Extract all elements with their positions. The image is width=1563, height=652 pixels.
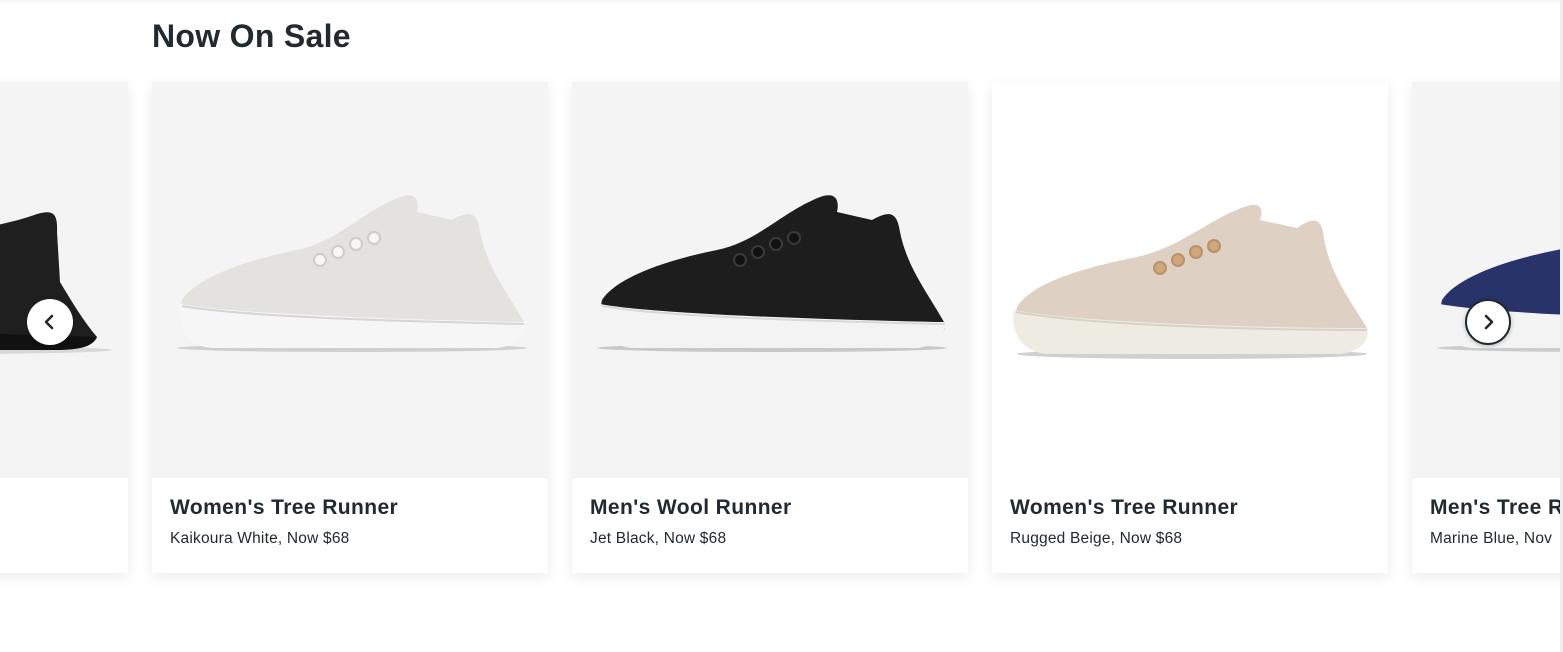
carousel-next-button[interactable] [1465, 299, 1511, 345]
shoe-image [177, 195, 527, 352]
product-name[interactable]: Women's Tree Runner [1010, 496, 1380, 520]
product-name[interactable]: Women's Tree Runner [170, 496, 540, 520]
carousel-prev-button[interactable] [27, 299, 73, 345]
product-name[interactable]: Men's Wool Runner [590, 496, 960, 520]
shoe-image [1013, 204, 1368, 359]
shoe-image [1437, 249, 1560, 352]
product-card[interactable]: Men's Wool Runner Jet Black, Now $68 [572, 82, 968, 573]
shoe-image [597, 195, 947, 352]
product-color-price: Rugged Beige, Now $68 [1010, 530, 1183, 547]
product-info: Women's Tree Runner Rugged Beige, Now $6… [1010, 496, 1380, 548]
product-card[interactable]: Women's Tree Runner Rugged Beige, Now $6… [992, 82, 1388, 573]
product-info [0, 496, 120, 506]
product-color-price: Marine Blue, Nov [1430, 530, 1553, 547]
now-on-sale-page: Now On Sale Women's Tree Runner Kaikoura… [0, 0, 1563, 652]
shoe-image [0, 212, 112, 354]
chevron-right-icon [1484, 314, 1494, 330]
product-card[interactable]: Women's Tree Runner Kaikoura White, Now … [152, 82, 548, 573]
product-image[interactable] [0, 82, 128, 478]
product-image[interactable] [1412, 82, 1560, 478]
product-image[interactable] [572, 82, 968, 478]
product-color-price: Jet Black, Now $68 [590, 530, 727, 547]
chevron-left-icon [44, 314, 54, 330]
product-image[interactable] [992, 82, 1388, 478]
product-info: Men's Tree R Marine Blue, Nov [1430, 496, 1560, 548]
product-image[interactable] [152, 82, 548, 478]
product-name[interactable]: Men's Tree R [1430, 496, 1560, 520]
product-info: Women's Tree Runner Kaikoura White, Now … [170, 496, 540, 548]
product-color-price: Kaikoura White, Now $68 [170, 530, 350, 547]
product-info: Men's Wool Runner Jet Black, Now $68 [590, 496, 960, 548]
product-carousel: Women's Tree Runner Kaikoura White, Now … [0, 0, 1560, 652]
